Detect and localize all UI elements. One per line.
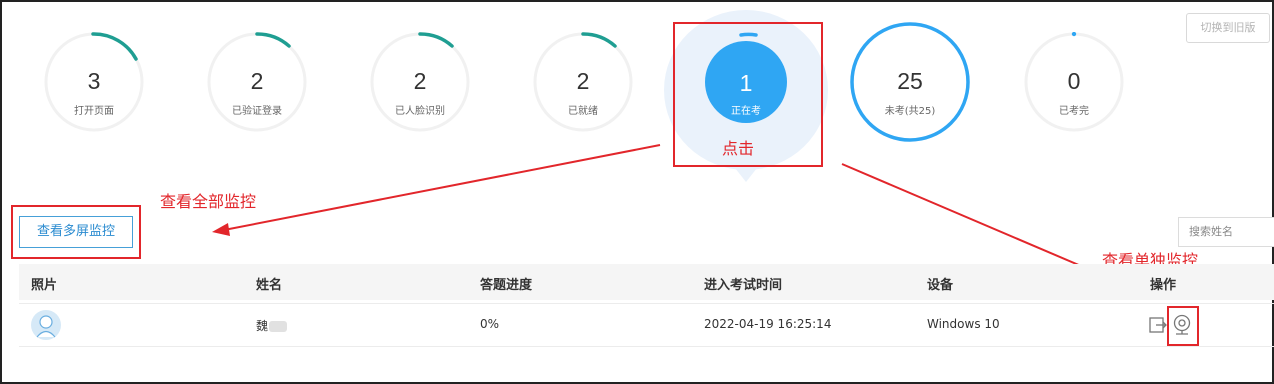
- student-name: 魏: [256, 317, 288, 334]
- arrow-line-view-all: [223, 144, 661, 231]
- column-actions: 操作: [1150, 278, 1177, 293]
- name-blur: [269, 321, 288, 332]
- column-entry-time: 进入考试时间: [704, 278, 783, 293]
- multi-screen-monitor-button[interactable]: 查看多屏监控: [19, 216, 133, 248]
- entry-time-cell: 2022-04-19 16:25:14: [704, 317, 832, 331]
- device-cell: Windows 10: [927, 317, 1000, 331]
- arrow-head-view-all: [212, 223, 230, 236]
- avatar-icon: [31, 310, 61, 340]
- table-row: 魏 0% 2022-04-19 16:25:14 Windows 10: [19, 303, 1274, 347]
- exit-icon[interactable]: [1149, 316, 1167, 338]
- app-frame: 切换到旧版 3 打开页面 2 已验证登录 2 已人脸识别 2 已就绪 1 正在考…: [0, 0, 1274, 384]
- camera-icon[interactable]: [1173, 314, 1191, 340]
- table-header: 照片 姓名 答题进度 进入考试时间 设备 操作: [19, 264, 1274, 300]
- search-name-input[interactable]: [1178, 217, 1274, 247]
- column-photo: 照片: [31, 278, 58, 293]
- column-name: 姓名: [256, 278, 283, 293]
- progress-cell: 0%: [480, 317, 500, 331]
- student-name-text: 魏: [256, 319, 269, 333]
- column-progress: 答题进度: [480, 278, 533, 293]
- column-device: 设备: [927, 278, 954, 293]
